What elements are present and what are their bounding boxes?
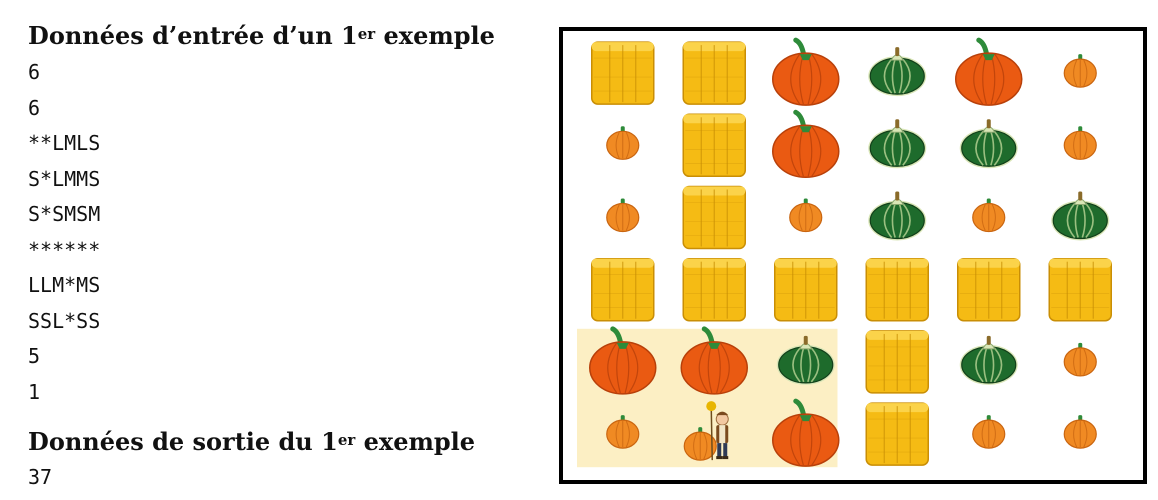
input-line: S*SMSM xyxy=(28,202,101,226)
input-heading: Données d’entrée d’un 1er exemple xyxy=(28,21,495,50)
cell-hay-icon xyxy=(865,330,929,394)
cell-squash-icon xyxy=(959,335,1018,385)
cell-hay-icon xyxy=(1048,257,1112,322)
cell-pumpkin-large-icon xyxy=(955,37,1023,106)
cell-squash-icon xyxy=(868,47,927,97)
input-line: S*LMMS xyxy=(28,166,101,191)
cell-hay-icon xyxy=(682,185,746,250)
cell-pumpkin-small-icon xyxy=(606,126,640,160)
cell-pumpkin-large-icon xyxy=(772,109,840,179)
cell-squash-icon xyxy=(868,191,927,241)
cell-hay-icon xyxy=(591,41,655,105)
input-line: SSL*SS xyxy=(28,308,101,333)
input-line: ****** xyxy=(28,237,101,262)
input-line: 6 xyxy=(28,60,41,84)
input-line: **LMLS xyxy=(28,131,101,155)
cell-hay-icon xyxy=(957,257,1021,322)
cell-pumpkin-small-icon xyxy=(789,198,823,233)
cell-pumpkin-small-icon xyxy=(972,198,1006,233)
cell-squash-icon xyxy=(959,119,1018,169)
cell-hay-icon xyxy=(682,113,746,178)
cell-squash-icon xyxy=(1051,191,1110,241)
cell-hay-icon xyxy=(865,257,929,322)
cell-pumpkin-small-icon xyxy=(1063,126,1097,160)
input-line: 1 xyxy=(28,379,41,404)
output-value: 37 xyxy=(28,465,53,489)
input-line: 6 xyxy=(28,95,41,120)
field-grid-svg xyxy=(577,37,1112,468)
cell-hay-icon xyxy=(865,402,929,466)
output-heading: Données de sortie du 1er exemple xyxy=(28,427,476,456)
cell-hay-icon xyxy=(774,257,838,322)
input-line: 5 xyxy=(28,344,41,368)
cell-pumpkin-small-icon xyxy=(606,198,640,233)
example-text: Données d’entrée d’un 1er exemple 6 6 **LM… xyxy=(28,18,548,496)
cell-hay-icon xyxy=(591,257,655,322)
cell-pumpkin-small-icon xyxy=(972,415,1006,449)
field-grid xyxy=(559,27,1147,484)
cell-pumpkin-large-icon xyxy=(772,37,840,106)
cell-pumpkin-small-icon xyxy=(1063,54,1097,88)
input-lines: 6 6 **LMLS S*LMMS S*SMSM ****** LLM*MS SSL*SS 5 1 xyxy=(28,55,548,410)
cell-pumpkin-small-icon xyxy=(1063,415,1097,449)
input-line: LLM*MS xyxy=(28,273,101,297)
cell-pumpkin-small-icon xyxy=(1063,342,1097,377)
cell-squash-icon xyxy=(868,119,927,169)
cell-hay-icon xyxy=(682,257,746,322)
cell-hay-icon xyxy=(682,41,746,105)
